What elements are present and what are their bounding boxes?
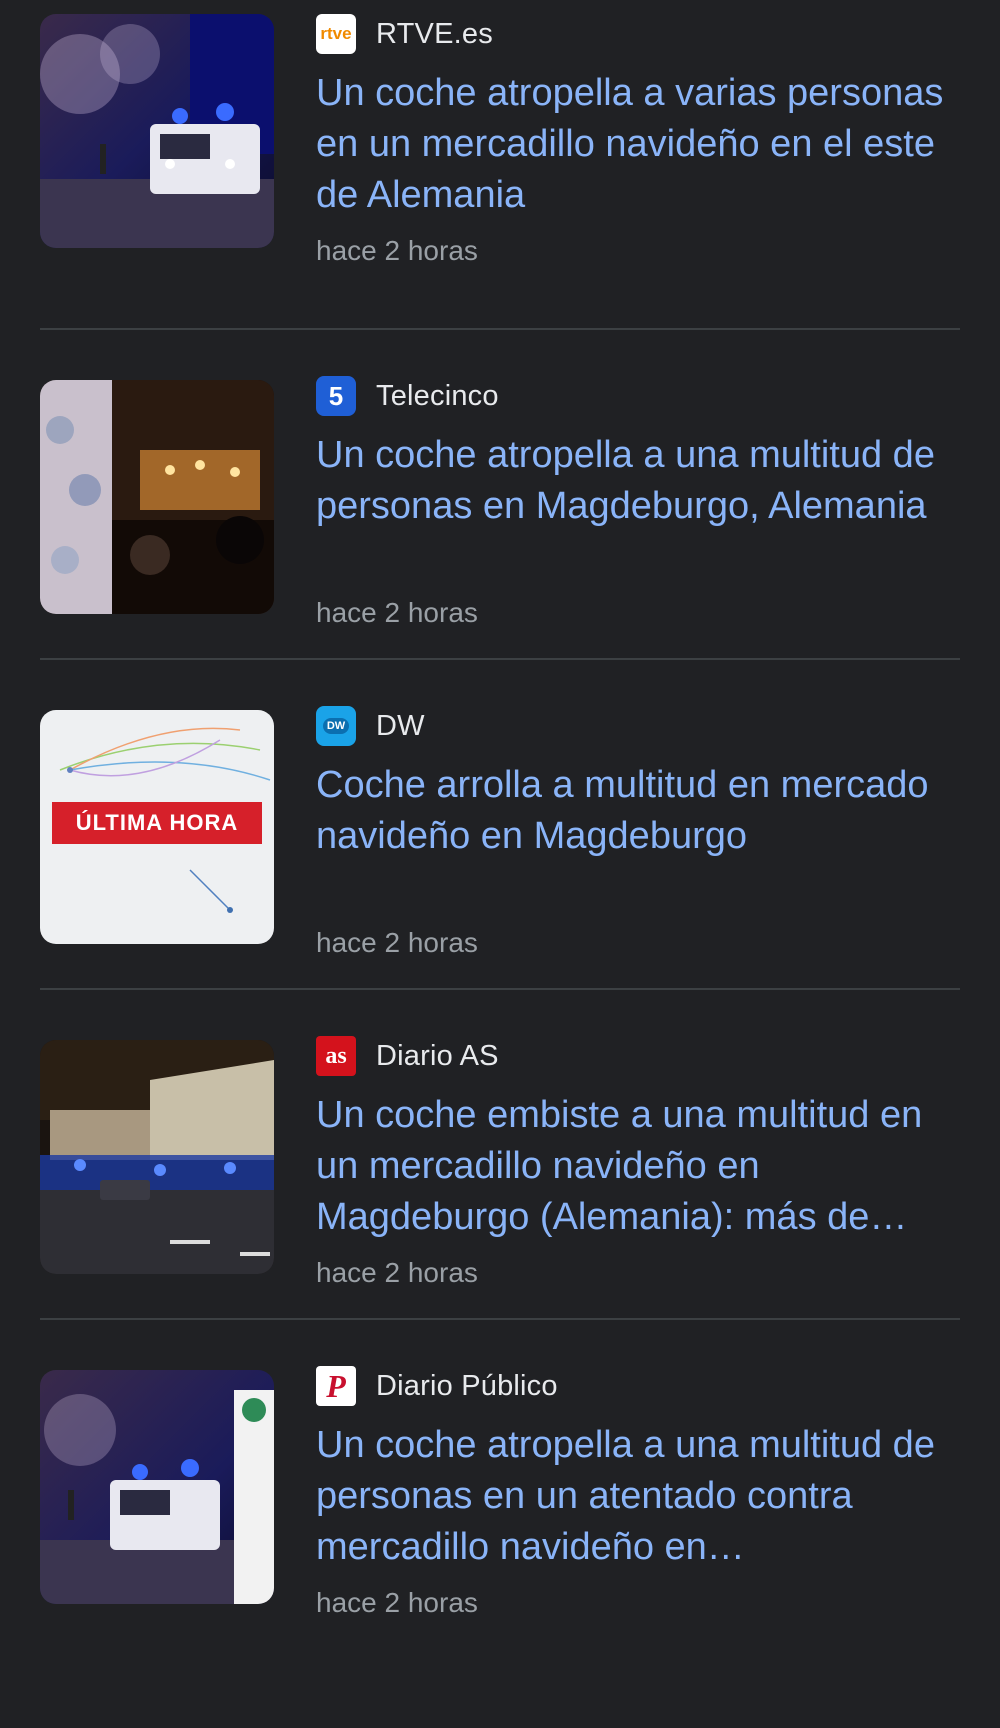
news-card[interactable]: as Diario AS Un coche embiste a una mult… <box>40 990 960 1320</box>
article-headline-link[interactable]: Un coche embiste a una multitud en un me… <box>316 1090 960 1243</box>
article-headline-link[interactable]: Un coche atropella a una multitud de per… <box>316 1420 960 1573</box>
article-source: DW DW <box>316 706 960 746</box>
logo-text: as <box>325 1042 347 1069</box>
telecinco-logo-icon: 5 <box>316 376 356 416</box>
news-card[interactable]: rtve RTVE.es Un coche atropella a varias… <box>40 0 960 330</box>
source-name: RTVE.es <box>376 17 493 50</box>
article-thumbnail[interactable] <box>40 380 274 614</box>
article-headline-link[interactable]: Un coche atropella a varias personas en … <box>316 68 960 221</box>
article-thumbnail[interactable] <box>40 1040 274 1274</box>
article-source: rtve RTVE.es <box>316 14 960 54</box>
logo-text: 5 <box>328 380 344 411</box>
article-source: P Diario Público <box>316 1366 960 1406</box>
dw-logo-icon: DW <box>316 706 356 746</box>
diario-as-logo-icon: as <box>316 1036 356 1076</box>
article-thumbnail[interactable] <box>40 14 274 248</box>
night-street-police-photo <box>40 1040 274 1274</box>
news-card[interactable]: 5 Telecinco Un coche atropella a una mul… <box>40 330 960 660</box>
article-headline-link[interactable]: Coche arrolla a multitud en mercado navi… <box>316 760 960 913</box>
source-name: Diario AS <box>376 1039 499 1072</box>
night-market-police-photo <box>40 14 274 248</box>
article-timestamp: hace 2 horas <box>316 1257 478 1288</box>
christmas-market-crowd-photo <box>40 380 274 614</box>
news-card[interactable]: P Diario Público Un coche atropella a un… <box>40 1320 960 1650</box>
breaking-news-banner: ÚLTIMA HORA <box>52 802 262 844</box>
article-timestamp: hace 2 horas <box>316 597 478 628</box>
news-feed: rtve RTVE.es Un coche atropella a varias… <box>40 0 960 1650</box>
publico-logo-icon: P <box>316 1366 356 1406</box>
article-source: as Diario AS <box>316 1036 960 1076</box>
source-name: Diario Público <box>376 1369 558 1402</box>
article-thumbnail[interactable]: ÚLTIMA HORA <box>40 710 274 944</box>
logo-text: DW <box>322 718 350 734</box>
article-timestamp: hace 2 horas <box>316 1587 478 1618</box>
source-name: Telecinco <box>376 379 499 412</box>
article-thumbnail[interactable] <box>40 1370 274 1604</box>
logo-text: rtve <box>320 24 352 43</box>
night-market-police-van-photo <box>40 1370 274 1604</box>
source-name: DW <box>376 709 425 742</box>
article-source: 5 Telecinco <box>316 376 960 416</box>
breaking-news-label: ÚLTIMA HORA <box>75 810 239 835</box>
article-timestamp: hace 2 horas <box>316 927 478 958</box>
news-card[interactable]: ÚLTIMA HORA DW DW Coche arrolla a multit… <box>40 660 960 990</box>
logo-text: P <box>326 1367 346 1404</box>
article-timestamp: hace 2 horas <box>316 235 478 266</box>
article-headline-link[interactable]: Un coche atropella a una multitud de per… <box>316 430 960 583</box>
rtve-logo-icon: rtve <box>316 14 356 54</box>
